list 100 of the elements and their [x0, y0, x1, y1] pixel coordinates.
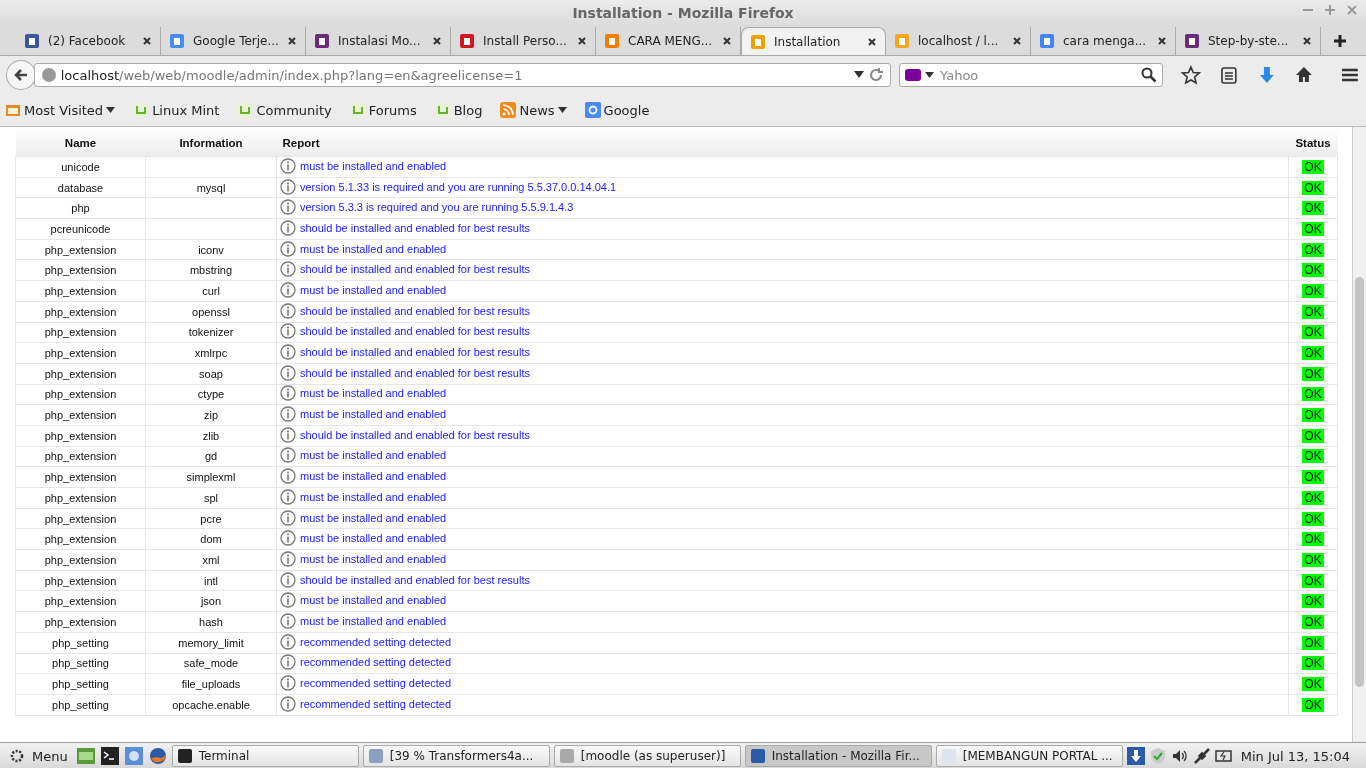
info-icon[interactable]	[280, 571, 296, 588]
close-icon[interactable]	[577, 36, 587, 46]
info-icon[interactable]	[280, 592, 296, 609]
table-cell: zlib	[145, 425, 277, 447]
taskbar-window[interactable]: Installation - Mozilla Fir...	[744, 745, 932, 767]
info-icon[interactable]	[280, 488, 296, 505]
bookmark-item[interactable]: Community	[237, 102, 332, 118]
report-text: version 5.1.33 is required and you are running 5.5.37.0.0.14.04.1	[300, 180, 617, 193]
report-text: should be installed and enabled for best results	[300, 366, 530, 379]
info-icon[interactable]	[280, 654, 296, 671]
info-icon[interactable]	[280, 426, 296, 443]
bookmark-item[interactable]: Google	[584, 102, 650, 118]
download-icon[interactable]	[1126, 747, 1145, 765]
search-field[interactable]: Yahoo	[899, 63, 1164, 87]
info-icon[interactable]	[280, 157, 296, 174]
status-label: OK	[1302, 511, 1324, 526]
caret-icon[interactable]	[854, 71, 865, 79]
plus-icon[interactable]	[1333, 34, 1347, 48]
table-cell: php_extension	[15, 239, 146, 260]
browser-tab[interactable]: Install Perso...	[451, 27, 596, 55]
reading-list-icon[interactable]	[1218, 65, 1239, 85]
table-cell: intl	[145, 570, 277, 591]
close-icon[interactable]	[287, 36, 297, 46]
status-label: OK	[1302, 428, 1324, 443]
table-cell: pcre	[145, 508, 277, 529]
bookmark-item[interactable]: Blog	[434, 102, 483, 118]
table-cell: zip	[145, 404, 277, 426]
info-icon[interactable]	[280, 199, 296, 216]
terminal-icon[interactable]	[99, 746, 120, 766]
info-icon[interactable]	[280, 695, 296, 712]
info-icon[interactable]	[280, 550, 296, 567]
status-label: OK	[1302, 594, 1324, 609]
browser-tab[interactable]: Step-by-ste...	[1176, 27, 1321, 55]
address-field[interactable]: localhost/web/web/moodle/admin/index.php?lang=en&agreelicense=1	[33, 63, 892, 87]
browser-tab[interactable]: Google Terje...	[161, 27, 306, 55]
battery-icon[interactable]	[1214, 747, 1233, 765]
status-label: OK	[1302, 614, 1324, 629]
info-icon[interactable]	[280, 406, 296, 423]
search-engine-icon[interactable]	[905, 68, 936, 82]
report-text: recommended setting detected	[300, 656, 452, 669]
info-icon[interactable]	[280, 385, 296, 402]
taskbar-window[interactable]: [MEMBANGUN PORTAL ...	[935, 745, 1123, 767]
close-icon[interactable]	[142, 36, 152, 46]
firefox-icon[interactable]	[147, 746, 168, 766]
info-icon[interactable]	[280, 219, 296, 236]
status-label: OK	[1302, 490, 1324, 505]
info-icon[interactable]	[280, 344, 296, 361]
status-label: OK	[1302, 283, 1324, 298]
browser-tab[interactable]: CARA MENG...	[596, 27, 741, 55]
info-icon[interactable]	[280, 281, 296, 298]
info-icon[interactable]	[280, 447, 296, 464]
table-cell: openssl	[145, 301, 277, 322]
taskbar-window[interactable]: [moodle (as superuser)]	[553, 745, 741, 767]
search-icon[interactable]	[1141, 67, 1158, 83]
table-cell: hash	[145, 611, 277, 633]
status-label: OK	[1302, 573, 1324, 588]
maximize-icon[interactable]	[1324, 4, 1336, 16]
bookmark-item[interactable]: Forums	[349, 102, 417, 118]
info-icon[interactable]	[280, 675, 296, 692]
status-label: OK	[1302, 532, 1324, 547]
browser-tab[interactable]: (2) Facebook	[16, 27, 161, 55]
bookmark-item[interactable]: Most Visited	[5, 102, 116, 118]
status-label: OK	[1302, 366, 1324, 381]
tab-label: Step-by-ste...	[1208, 34, 1290, 48]
star-icon[interactable]	[1181, 65, 1201, 85]
close-icon[interactable]	[1302, 36, 1312, 46]
close-icon[interactable]	[432, 36, 442, 46]
browser-tab[interactable]: Installation	[741, 27, 886, 55]
close-icon[interactable]	[722, 36, 732, 46]
status-label: OK	[1302, 221, 1324, 236]
taskbar-window[interactable]: [39 % Transformers4a...	[362, 745, 550, 767]
info-icon[interactable]	[280, 530, 296, 547]
table-cell: php	[15, 197, 146, 219]
browser-tab[interactable]: Instalasi Mo...	[306, 27, 451, 55]
scrollbar-thumb[interactable]	[1355, 277, 1364, 687]
bookmark-item[interactable]: News	[500, 102, 567, 118]
info-icon[interactable]	[280, 612, 296, 629]
info-icon[interactable]	[280, 364, 296, 381]
info-icon[interactable]	[280, 240, 296, 257]
info-icon[interactable]	[280, 261, 296, 278]
menu-button[interactable]: Menu	[4, 747, 72, 765]
close-icon[interactable]	[1157, 36, 1167, 46]
network-icon[interactable]	[1192, 747, 1211, 765]
info-icon[interactable]	[280, 178, 296, 195]
table-cell: php_setting	[15, 673, 146, 695]
status-label: OK	[1302, 346, 1324, 361]
status-label: OK	[1302, 697, 1324, 712]
favicon-icon	[750, 33, 766, 50]
browser-tab[interactable]: cara menga...	[1031, 27, 1176, 55]
browser-tab[interactable]: localhost / l...	[886, 27, 1031, 55]
taskbar-window[interactable]: Terminal	[171, 745, 359, 767]
bookmark-item[interactable]: Linux Mint	[133, 102, 220, 118]
info-icon[interactable]	[280, 323, 296, 340]
info-icon[interactable]	[280, 468, 296, 485]
info-icon[interactable]	[280, 633, 296, 650]
close-icon[interactable]	[867, 36, 877, 47]
info-icon[interactable]	[280, 509, 296, 526]
info-icon[interactable]	[280, 302, 296, 319]
close-icon[interactable]	[1012, 36, 1022, 46]
back-button[interactable]	[6, 60, 36, 90]
